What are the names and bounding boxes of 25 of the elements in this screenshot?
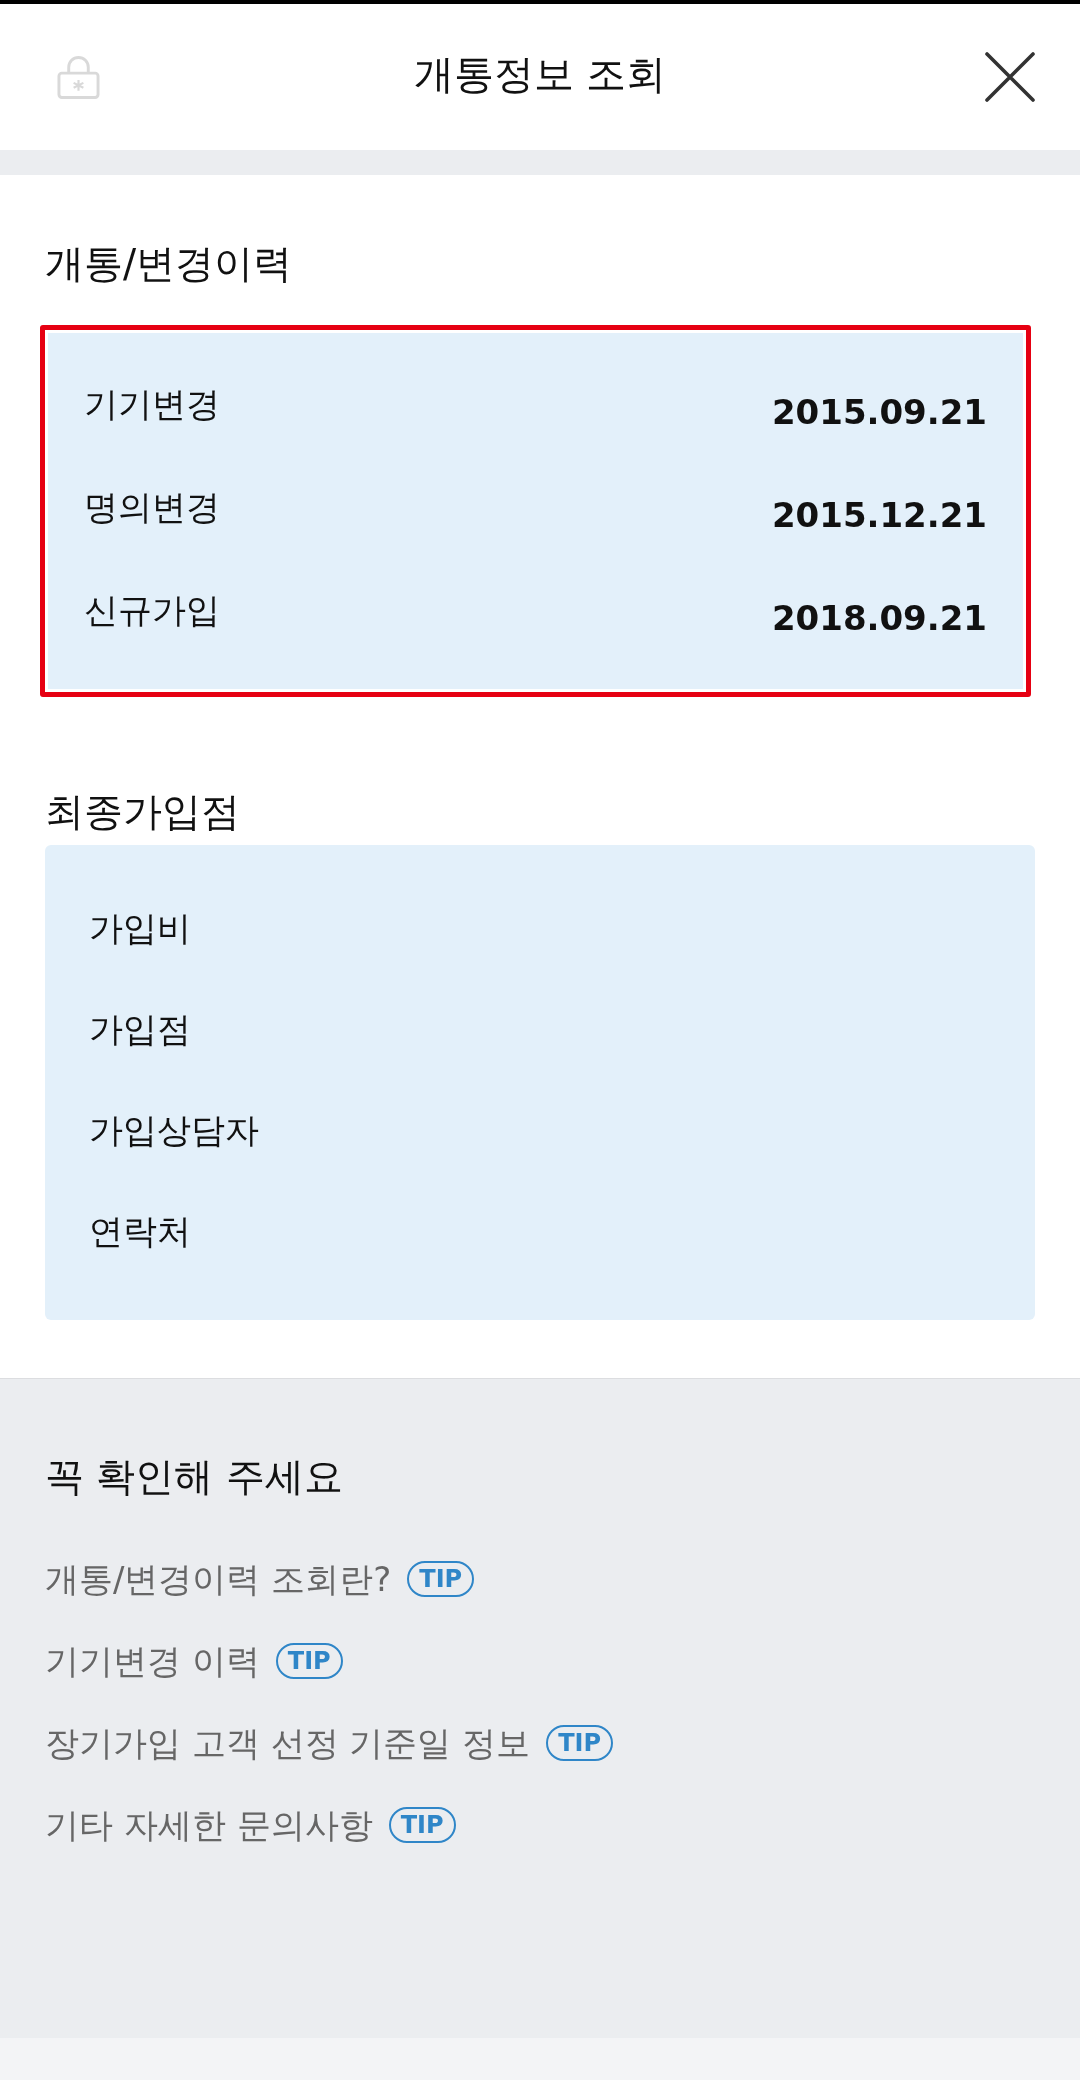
date-value: 2015.12.21 <box>771 494 987 536</box>
help-link[interactable]: 장기가입 고객 선정 기준일 정보 <box>45 1722 531 1764</box>
help-link[interactable]: 기기변경 이력 <box>45 1640 260 1682</box>
row-label: 신규가입 <box>84 590 220 631</box>
row-label: 가입점 <box>89 1009 191 1050</box>
section-heading: 최종가입점 <box>45 789 240 835</box>
date-value: 2015.09.21 <box>771 391 987 433</box>
lock-icon <box>57 54 100 100</box>
close-button[interactable] <box>985 52 1035 102</box>
date-value: 2018.09.21 <box>771 597 987 639</box>
help-link[interactable]: 개통/변경이력 조회란? <box>45 1558 392 1600</box>
tip-badge[interactable]: TIP <box>388 1807 456 1843</box>
close-icon <box>985 52 1035 102</box>
tip-badge[interactable]: TIP <box>275 1643 343 1679</box>
row-label: 기기변경 <box>84 384 220 425</box>
tip-badge[interactable]: TIP <box>546 1725 614 1761</box>
help-link[interactable]: 기타 자세한 문의사항 <box>45 1804 373 1846</box>
row-label: 가입비 <box>89 908 191 949</box>
section-heading: 개통/변경이력 <box>45 241 293 287</box>
row-label: 명의변경 <box>84 487 220 528</box>
tip-badge[interactable]: TIP <box>407 1561 475 1597</box>
notice-heading: 꼭 확인해 주세요 <box>45 1454 343 1500</box>
row-label: 가입상담자 <box>89 1110 259 1151</box>
row-label: 연락처 <box>89 1211 191 1252</box>
page-title: 개통정보 조회 <box>413 50 667 98</box>
